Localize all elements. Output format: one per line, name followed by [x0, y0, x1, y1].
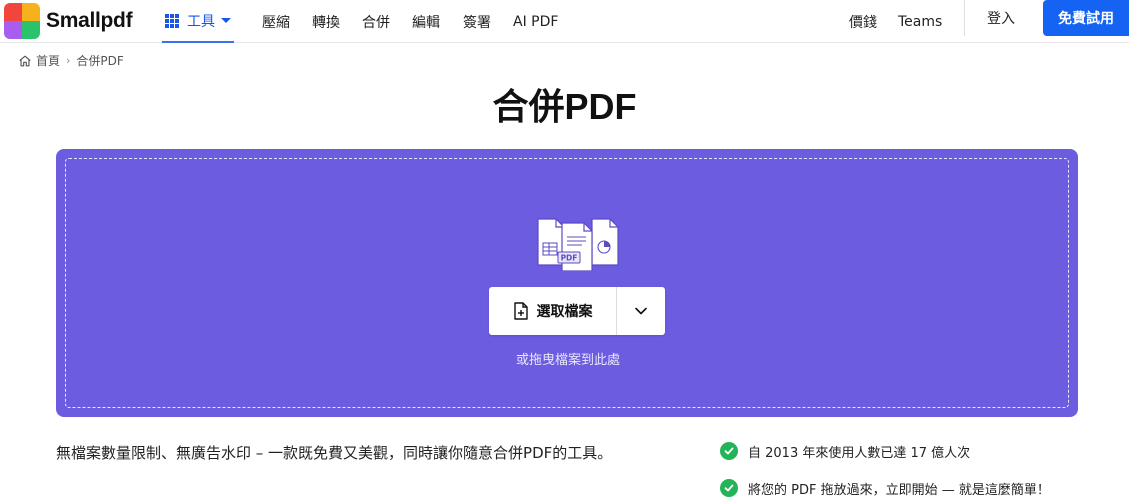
breadcrumb-current: 合併PDF	[76, 54, 124, 68]
choose-source-dropdown[interactable]	[617, 287, 665, 335]
home-icon	[19, 55, 31, 66]
choose-file-group: 選取檔案	[489, 287, 665, 335]
smallpdf-logo[interactable]: Smallpdf	[4, 3, 133, 39]
nav-ai-pdf[interactable]: AI PDF	[513, 14, 558, 30]
header-divider	[964, 0, 965, 36]
pdf-files-illustration-icon: PDF	[537, 218, 619, 271]
top-header: Smallpdf 工具 壓縮 轉換 合併 編輯 簽署 AI PDF 價錢 Tea…	[0, 0, 1129, 43]
login-link[interactable]: 登入	[987, 0, 1015, 36]
feature-item: 將您的 PDF 拖放過來，立即開始 — 就是這麼簡單！	[720, 475, 1050, 500]
feature-text: 自 2013 年來使用人數已達 17 億人次	[748, 445, 971, 461]
page-title: 合併PDF	[492, 86, 637, 127]
nav-edit[interactable]: 編輯	[412, 12, 440, 32]
feature-list: 自 2013 年來使用人數已達 17 億人次 將您的 PDF 拖放過來，立即開始…	[720, 438, 1050, 500]
dropzone-dashed-border: PDF 選取檔案 或拖曳檔案到此處	[65, 158, 1069, 408]
drop-hint-text: 或拖曳檔案到此處	[515, 353, 620, 368]
check-circle-icon	[720, 479, 738, 497]
breadcrumb-separator-icon: ›	[66, 54, 71, 67]
nav-sign[interactable]: 簽署	[463, 12, 491, 32]
free-trial-button[interactable]: 免費試用	[1043, 0, 1129, 36]
choose-file-label: 選取檔案	[536, 304, 593, 320]
nav-compress[interactable]: 壓縮	[262, 12, 290, 32]
choose-file-button[interactable]: 選取檔案	[489, 287, 617, 335]
chevron-down-icon	[635, 307, 647, 315]
breadcrumb-home[interactable]: 首頁	[36, 52, 60, 69]
feature-text: 將您的 PDF 拖放過來，立即開始 — 就是這麼簡單！	[748, 482, 1050, 498]
file-dropzone[interactable]: PDF 選取檔案 或拖曳檔案到此處	[56, 149, 1078, 417]
tools-menu-tab[interactable]: 工具	[162, 0, 234, 43]
nav-teams[interactable]: Teams	[898, 14, 942, 30]
check-circle-icon	[720, 442, 738, 460]
caret-down-icon	[221, 18, 231, 23]
nav-merge[interactable]: 合併	[362, 12, 390, 32]
pdf-illustration-label: PDF	[561, 254, 578, 263]
grid-icon	[165, 13, 179, 28]
nav-convert[interactable]: 轉換	[312, 12, 340, 32]
feature-item: 自 2013 年來使用人數已達 17 億人次	[720, 438, 1050, 464]
breadcrumb: 首頁 › 合併PDF	[18, 52, 124, 69]
file-plus-icon	[513, 302, 528, 320]
logo-text: Smallpdf	[46, 9, 133, 32]
logo-mark-icon	[4, 3, 40, 39]
nav-pricing[interactable]: 價錢	[849, 12, 877, 32]
tool-description: 無檔案數量限制、無廣告水印 – 一款既免費又美觀，同時讓你隨意合併PDF的工具。	[56, 444, 613, 462]
tools-label: 工具	[187, 13, 215, 30]
